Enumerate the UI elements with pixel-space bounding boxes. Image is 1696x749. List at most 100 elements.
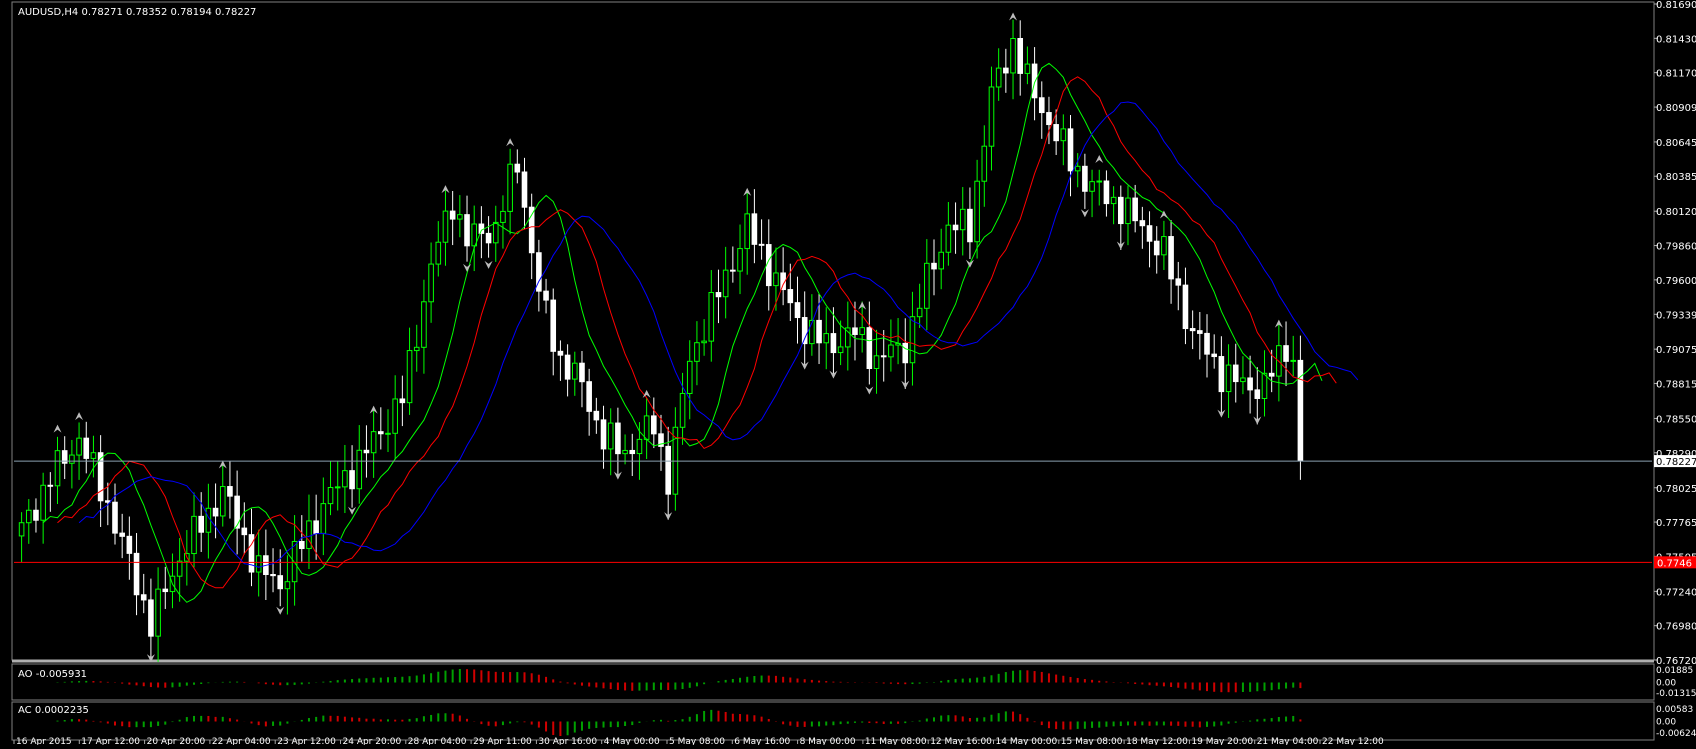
candle-body: [607, 422, 614, 450]
candle-body: [255, 555, 262, 573]
candle-body: [33, 509, 39, 521]
time-axis-label: 30 Apr 16:00: [538, 737, 597, 745]
candle-body: [1189, 328, 1196, 332]
candle-body: [54, 450, 61, 487]
candle-body: [421, 301, 427, 348]
candle-body: [888, 344, 894, 358]
price-axis-label: 0.78815: [1656, 379, 1696, 390]
price-axis-label: 0.80120: [1656, 207, 1696, 218]
candle-body: [363, 449, 370, 454]
candle-body: [270, 574, 276, 577]
time-axis-label: 8 May 00:00: [800, 737, 856, 745]
candle-body: [902, 342, 909, 364]
candle-body: [227, 486, 233, 497]
price-axis-label: 0.80909: [1656, 103, 1696, 114]
candle-body: [1168, 236, 1174, 280]
candle-body: [988, 86, 995, 147]
candle-body: [176, 560, 183, 577]
candle-body: [464, 214, 470, 247]
candle-body: [478, 223, 485, 234]
price-axis-label: 0.81690: [1656, 0, 1696, 11]
candle-body: [284, 581, 291, 590]
candle-body: [708, 292, 715, 342]
time-axis-label: 24 Apr 20:00: [343, 737, 402, 745]
candle-body: [694, 342, 700, 362]
candle-body: [327, 486, 334, 505]
candle-body: [155, 588, 161, 637]
candle-body: [83, 437, 90, 459]
candle-body: [69, 454, 75, 464]
price-axis-label: 0.79600: [1656, 276, 1696, 287]
candle-body: [442, 210, 449, 243]
candle-body: [665, 445, 671, 495]
time-axis-label: 16 Apr 2015: [16, 737, 72, 745]
candle-body: [1197, 330, 1203, 334]
ac-axis-label: 0.00583: [1656, 705, 1693, 715]
candle-body: [737, 248, 743, 272]
chart-window: 0.81690 0.81430 0.81170 0.80909 0.80645 0.803…: [0, 0, 1696, 747]
candle-body: [816, 319, 822, 344]
candle-body: [938, 251, 944, 270]
candle-body: [866, 327, 873, 370]
price-axis-label: 0.81430: [1656, 34, 1696, 45]
candle-body: [909, 316, 916, 364]
red-line-label: 0.7746: [1657, 558, 1692, 569]
candle-body: [378, 431, 384, 435]
candle-body: [105, 500, 111, 503]
ac-axis-label: 0.00: [1656, 718, 1676, 728]
candle-body: [1225, 364, 1232, 393]
candle-body: [291, 540, 298, 583]
price-axis-label: 0.79075: [1656, 345, 1696, 356]
candle-body: [651, 415, 657, 435]
candle-body: [981, 145, 988, 182]
candle-body: [1074, 165, 1081, 172]
candle-body: [1067, 128, 1074, 172]
candle-body: [880, 355, 887, 358]
candle-body: [1031, 63, 1038, 99]
candle-body: [298, 540, 305, 550]
candle-body: [1182, 284, 1189, 330]
time-axis-label: 19 May 20:00: [1191, 737, 1253, 745]
candle-body: [1003, 67, 1009, 74]
candle-body: [931, 262, 937, 270]
candle-body: [715, 292, 722, 298]
candle-body: [126, 535, 133, 554]
price-axis-label: 0.78550: [1656, 414, 1696, 425]
candle-body: [629, 449, 636, 455]
candle-body: [1240, 377, 1246, 383]
candle-body: [1117, 196, 1124, 225]
candle-body: [1053, 124, 1059, 142]
ao-axis-label: -0.01315: [1656, 689, 1696, 699]
candle-body: [1218, 356, 1225, 393]
candle-body: [751, 213, 758, 245]
candle-body: [600, 419, 607, 450]
candle-body: [758, 243, 765, 246]
candle-body: [18, 522, 25, 537]
candle-body: [485, 232, 492, 244]
time-axis-label: 23 Apr 12:00: [277, 737, 336, 745]
candle-body: [916, 307, 923, 318]
price-axis-label: 0.79860: [1656, 242, 1696, 253]
price-axis-label: 0.80385: [1656, 172, 1696, 183]
time-axis-label: 17 Apr 12:00: [81, 737, 140, 745]
chart-svg: 0.81690 0.81430 0.81170 0.80909 0.80645 0.803…: [0, 0, 1696, 747]
candle-body: [492, 221, 499, 244]
candle-body: [1232, 364, 1239, 383]
time-axis-label: 22 May 12:00: [1322, 737, 1384, 745]
candle-body: [248, 534, 255, 573]
candle-body: [342, 470, 348, 488]
candle-body: [90, 452, 97, 459]
candle-body: [701, 340, 707, 344]
ac-axis-label: -0.00624: [1656, 729, 1696, 739]
candle-body: [952, 224, 959, 231]
candle-body: [500, 210, 506, 223]
candle-body: [413, 346, 420, 352]
time-axis-label: 4 May 00:00: [604, 737, 660, 745]
candle-body: [507, 163, 513, 212]
time-axis-label: 29 Apr 11:00: [473, 737, 532, 745]
candle-body: [773, 272, 779, 287]
candle-body: [995, 67, 1002, 88]
candle-body: [392, 398, 398, 434]
price-axis-label: 0.76980: [1656, 622, 1696, 633]
candle-body: [349, 470, 355, 490]
